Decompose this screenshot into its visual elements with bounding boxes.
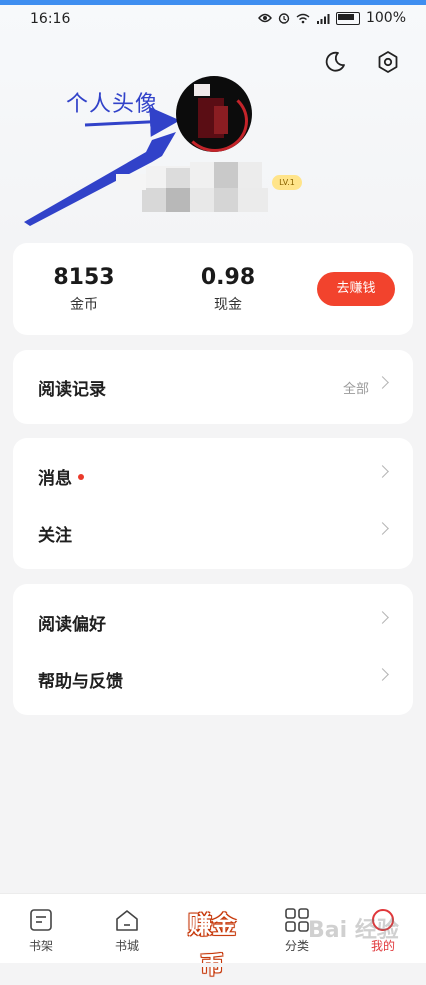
- chevron-right-icon: [376, 465, 389, 478]
- signal-icon: [316, 13, 330, 24]
- tab-earn-coins[interactable]: 赚金币: [177, 905, 247, 979]
- level-badge: LV.1: [272, 175, 302, 190]
- battery-icon: [335, 11, 360, 25]
- gold-value: 8153: [53, 265, 115, 290]
- bottom-strip: [0, 963, 426, 967]
- watermark: Bai 经验: [308, 918, 399, 943]
- eye-icon: [258, 13, 272, 23]
- unread-dot: [78, 474, 84, 480]
- follow-row[interactable]: 关注: [13, 505, 413, 561]
- home-icon: [116, 910, 138, 931]
- category-grid-icon: [285, 908, 309, 932]
- wallet-card: 8153 金币 0.98 现金 去赚钱: [13, 243, 413, 335]
- earn-money-button[interactable]: 去赚钱: [317, 272, 395, 306]
- follow-title: 关注: [38, 526, 72, 546]
- status-bar: 16:16 100%: [0, 5, 426, 35]
- tab-label: 书架: [28, 939, 53, 953]
- chevron-right-icon: [376, 668, 389, 681]
- tab-label: 书城: [114, 939, 139, 953]
- status-icons: 100%: [258, 10, 406, 26]
- night-mode-moon-icon[interactable]: [321, 48, 349, 76]
- gold-stat[interactable]: 8153 金币: [24, 265, 144, 314]
- alarm-icon: [278, 13, 290, 24]
- reading-preference-title: 阅读偏好: [38, 615, 106, 635]
- help-feedback-row[interactable]: 帮助与反馈: [13, 651, 413, 707]
- reading-history-all[interactable]: 全部: [343, 378, 369, 397]
- bookshelf-icon: [30, 909, 52, 931]
- settings-gear-icon[interactable]: [374, 48, 402, 76]
- tab-bookstore[interactable]: 书城: [92, 894, 162, 964]
- battery-percent: 100%: [365, 10, 406, 26]
- reading-history-title: 阅读记录: [38, 380, 106, 400]
- reading-history-card: 阅读记录 全部: [13, 350, 413, 424]
- cash-label: 现金: [214, 297, 242, 313]
- avatar[interactable]: [176, 76, 252, 152]
- status-time: 16:16: [30, 11, 71, 27]
- chevron-right-icon: [376, 376, 389, 389]
- settings-card: 阅读偏好 帮助与反馈: [13, 584, 413, 715]
- annotation-label: 个人头像: [66, 92, 159, 117]
- reading-preference-row[interactable]: 阅读偏好: [13, 594, 413, 650]
- messages-row[interactable]: 消息: [13, 448, 413, 504]
- help-feedback-title: 帮助与反馈: [38, 672, 123, 692]
- chevron-right-icon: [376, 611, 389, 624]
- gold-label: 金币: [70, 297, 98, 313]
- tab-bookshelf[interactable]: 书架: [6, 894, 76, 964]
- wifi-icon: [296, 13, 310, 23]
- messages-title: 消息: [38, 464, 84, 489]
- reading-history-row[interactable]: 阅读记录 全部: [13, 359, 413, 415]
- cash-value: 0.98: [200, 265, 256, 290]
- chevron-right-icon: [376, 522, 389, 535]
- cash-stat[interactable]: 0.98 现金: [168, 265, 288, 314]
- messages-card: 消息 关注: [13, 438, 413, 569]
